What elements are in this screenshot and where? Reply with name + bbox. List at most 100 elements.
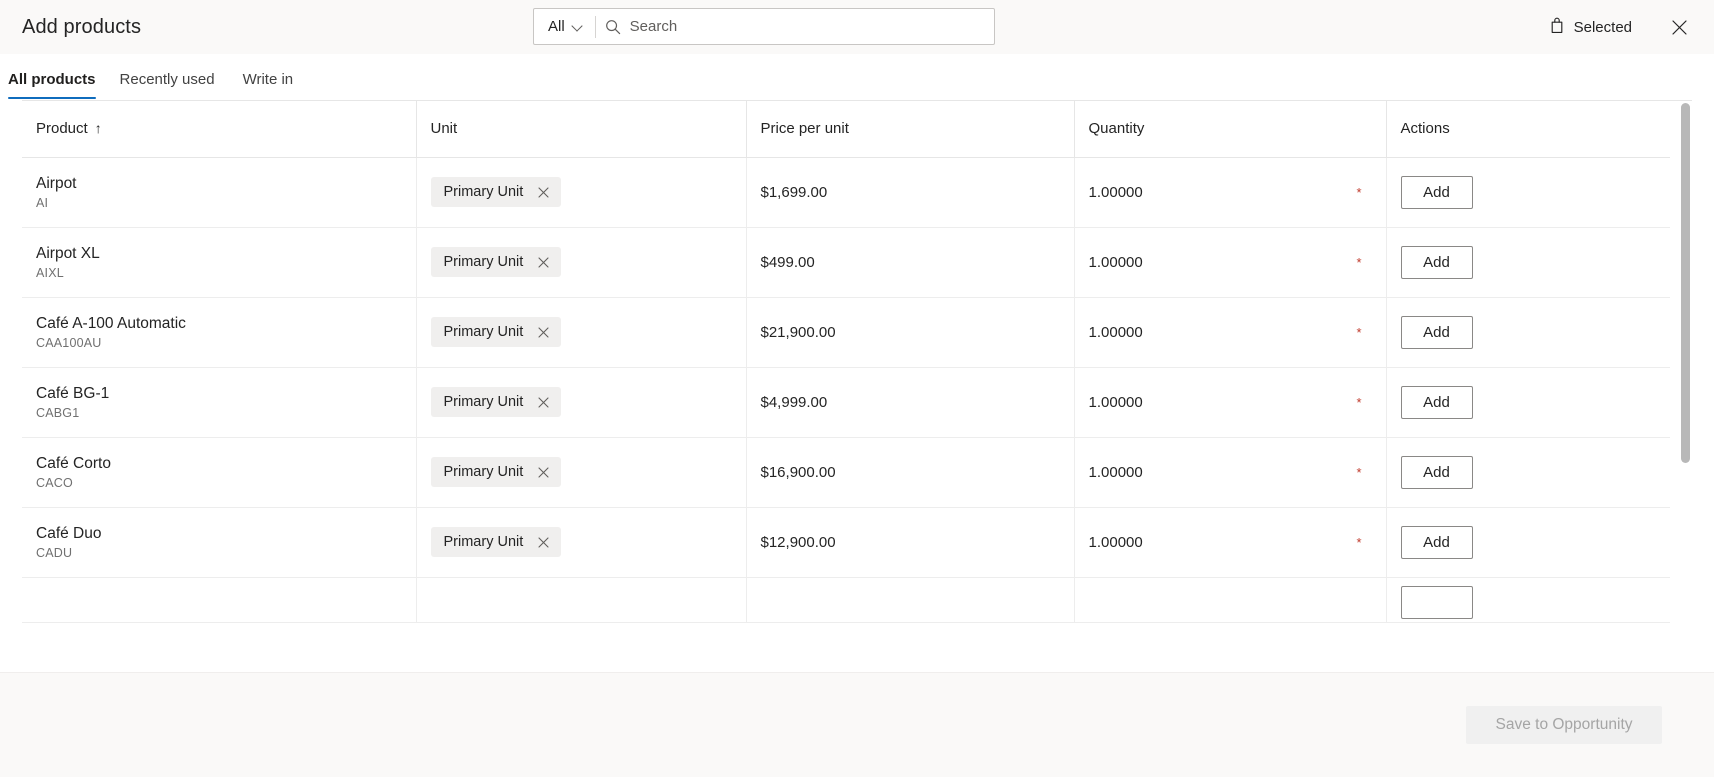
vertical-scrollbar[interactable] (1681, 101, 1690, 672)
quantity-value: 1.00000 (1088, 323, 1143, 341)
cell-product: Café Corto CACO (22, 437, 417, 508)
close-button[interactable] (1662, 10, 1696, 44)
cell-product: Airpot AI (22, 157, 417, 228)
table-row[interactable]: Café Duo CADU Primary Unit $12,900.00 1.… (22, 507, 1670, 578)
table-row-partial[interactable] (22, 577, 1670, 623)
unit-chip[interactable]: Primary Unit (430, 457, 562, 487)
save-to-opportunity-button[interactable]: Save to Opportunity (1466, 706, 1662, 744)
product-name: Airpot (36, 174, 77, 192)
cell-quantity[interactable] (1074, 577, 1387, 623)
tab-bar: All products Recently used Write in (0, 54, 1714, 100)
product-name: Café A-100 Automatic (36, 314, 186, 332)
column-header-unit[interactable]: Unit (416, 101, 747, 158)
cell-quantity[interactable]: 1.00000 * (1074, 437, 1387, 508)
unit-chip-label: Primary Unit (443, 534, 524, 550)
cell-quantity[interactable]: 1.00000 * (1074, 227, 1387, 298)
table-row[interactable]: Café Corto CACO Primary Unit $16,900.00 … (22, 437, 1670, 508)
add-button[interactable]: Add (1400, 175, 1473, 209)
required-indicator: * (1356, 534, 1362, 550)
price-value: $1,699.00 (760, 183, 828, 201)
product-code: AIXL (36, 265, 64, 280)
cell-price (746, 577, 1075, 623)
cell-quantity[interactable]: 1.00000 * (1074, 367, 1387, 438)
cell-unit: Primary Unit (416, 297, 747, 368)
table-row[interactable]: Café BG-1 CABG1 Primary Unit $4,999.00 1… (22, 367, 1670, 438)
product-name: Café Corto (36, 454, 111, 472)
cell-price: $499.00 (746, 227, 1075, 298)
quantity-value: 1.00000 (1088, 183, 1143, 201)
cell-quantity[interactable]: 1.00000 * (1074, 297, 1387, 368)
scrollbar-thumb[interactable] (1681, 103, 1690, 463)
tab-all-products[interactable]: All products (8, 71, 106, 99)
close-icon[interactable] (536, 465, 550, 479)
search-scope-dropdown[interactable]: All (534, 9, 595, 44)
dialog-header: Add products All Search Selected (0, 0, 1714, 54)
header-actions: Selected (1545, 10, 1696, 44)
column-label: Quantity (1088, 120, 1145, 138)
column-label: Product (36, 120, 88, 138)
cell-product (22, 577, 417, 623)
close-icon[interactable] (536, 255, 550, 269)
quantity-value: 1.00000 (1088, 463, 1143, 481)
column-header-product[interactable]: Product ↑ (22, 101, 417, 158)
column-label: Price per unit (760, 120, 849, 138)
price-value: $4,999.00 (760, 393, 828, 411)
price-value: $499.00 (760, 253, 815, 271)
unit-chip-label: Primary Unit (443, 184, 524, 200)
table-body: Airpot AI Primary Unit $1,699.00 1.00000… (22, 157, 1670, 623)
close-icon[interactable] (536, 185, 550, 199)
column-header-quantity[interactable]: Quantity (1074, 101, 1387, 158)
cell-unit (416, 577, 747, 623)
close-icon[interactable] (536, 325, 550, 339)
quantity-value: 1.00000 (1088, 533, 1143, 551)
table-row[interactable]: Airpot AI Primary Unit $1,699.00 1.00000… (22, 157, 1670, 228)
cell-price: $1,699.00 (746, 157, 1075, 228)
price-value: $12,900.00 (760, 533, 836, 551)
add-products-dialog: Add products All Search Selected All pro… (0, 0, 1714, 777)
sort-ascending-icon: ↑ (94, 120, 102, 137)
required-indicator: * (1356, 254, 1362, 270)
cell-quantity[interactable]: 1.00000 * (1074, 157, 1387, 228)
unit-chip-label: Primary Unit (443, 254, 524, 270)
unit-chip[interactable]: Primary Unit (430, 247, 562, 277)
selected-button[interactable]: Selected (1545, 12, 1636, 43)
page-title: Add products (22, 15, 142, 38)
add-button[interactable]: Add (1400, 245, 1473, 279)
add-button[interactable]: Add (1400, 455, 1473, 489)
cell-unit: Primary Unit (416, 227, 747, 298)
cell-unit: Primary Unit (416, 157, 747, 228)
tab-write-in[interactable]: Write in (229, 71, 308, 99)
unit-chip[interactable]: Primary Unit (430, 527, 562, 557)
add-button[interactable]: Add (1400, 385, 1473, 419)
search-input[interactable] (629, 9, 994, 44)
dialog-footer: Save to Opportunity (0, 672, 1714, 777)
column-header-price-per-unit[interactable]: Price per unit (746, 101, 1075, 158)
add-button[interactable]: Add (1400, 525, 1473, 559)
cell-actions: Add (1386, 507, 1670, 578)
price-value: $21,900.00 (760, 323, 836, 341)
product-code: CADU (36, 545, 73, 560)
cell-actions (1386, 577, 1670, 623)
unit-chip[interactable]: Primary Unit (430, 177, 562, 207)
column-label: Unit (430, 120, 458, 138)
close-icon[interactable] (536, 535, 550, 549)
unit-chip[interactable]: Primary Unit (430, 387, 562, 417)
grid-scroll-container[interactable]: Product ↑ Unit Price per unit Quantity Ac (22, 100, 1692, 672)
unit-chip-label: Primary Unit (443, 324, 524, 340)
cell-product: Café A-100 Automatic CAA100AU (22, 297, 417, 368)
unit-chip[interactable]: Primary Unit (430, 317, 562, 347)
table-row[interactable]: Airpot XL AIXL Primary Unit $499.00 1.00… (22, 227, 1670, 298)
table-row[interactable]: Café A-100 Automatic CAA100AU Primary Un… (22, 297, 1670, 368)
header-row: Product ↑ Unit Price per unit Quantity Ac (22, 101, 1670, 158)
cell-quantity[interactable]: 1.00000 * (1074, 507, 1387, 578)
products-grid-area: Product ↑ Unit Price per unit Quantity Ac (0, 100, 1714, 672)
add-button[interactable]: Add (1400, 315, 1473, 349)
cell-unit: Primary Unit (416, 367, 747, 438)
tab-recently-used[interactable]: Recently used (106, 71, 229, 99)
required-indicator: * (1356, 324, 1362, 340)
add-button[interactable] (1400, 585, 1473, 619)
product-code: CACO (36, 475, 73, 490)
close-icon[interactable] (536, 395, 550, 409)
search-bar: All (533, 8, 995, 45)
product-code: CAA100AU (36, 335, 102, 350)
